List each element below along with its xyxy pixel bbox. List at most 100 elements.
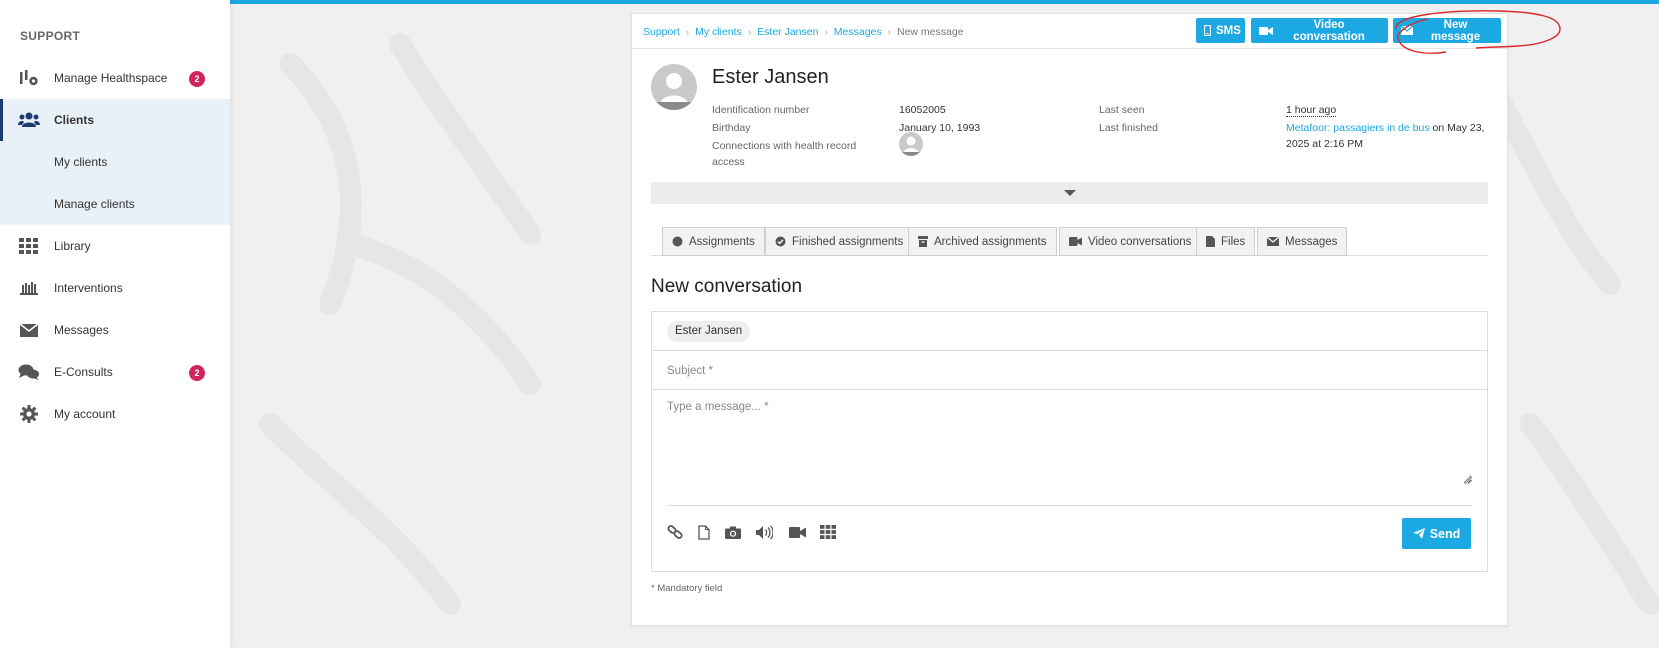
birthday-label: Birthday	[712, 122, 751, 134]
archive-icon	[918, 236, 928, 247]
tab-label: Assignments	[689, 235, 755, 248]
last-finished-label: Last finished	[1099, 122, 1158, 134]
toolbar-divider	[667, 505, 1472, 506]
sidebar-item-library[interactable]: Library	[0, 225, 230, 267]
sidebar-item-clients[interactable]: Clients	[0, 99, 230, 141]
chevron-down-icon	[1064, 190, 1076, 196]
sidebar-item-manage-clients[interactable]: Manage clients	[0, 183, 230, 225]
envelope-icon	[1401, 26, 1413, 35]
breadcrumb-separator: ›	[887, 26, 891, 38]
connections-label: Connections with health record access	[712, 140, 857, 168]
breadcrumb-current: New message	[897, 26, 964, 38]
sidebar-item-label: Manage Healthspace	[54, 71, 168, 85]
breadcrumb-separator: ›	[747, 26, 752, 38]
subject-input[interactable]	[667, 361, 1467, 381]
phone-icon	[1204, 25, 1211, 36]
sms-button[interactable]: SMS	[1196, 18, 1245, 43]
mandatory-note: * Mandatory field	[651, 583, 723, 594]
sidebar-item-label: E-Consults	[54, 365, 113, 379]
last-finished-value: Metafoor: passagiers in de bus on May 23…	[1286, 120, 1486, 152]
circle-icon	[672, 236, 683, 247]
message-textarea[interactable]	[667, 401, 1472, 484]
tab-label: Archived assignments	[934, 235, 1047, 248]
envelope-icon	[19, 323, 39, 337]
tab-label: Files	[1221, 235, 1246, 248]
tab-video-conversations[interactable]: Video conversations	[1059, 227, 1202, 256]
breadcrumb-link-my-clients[interactable]: My clients	[695, 26, 742, 38]
sidebar-item-manage-healthspace[interactable]: Manage Healthspace 2	[0, 57, 230, 99]
resize-handle-icon[interactable]	[1464, 476, 1472, 484]
audio-icon	[755, 524, 773, 540]
insert-embed-button[interactable]	[818, 522, 838, 542]
recipient-row[interactable]: Ester Jansen	[652, 312, 1487, 351]
video-conversation-button[interactable]: Video conversation	[1251, 18, 1388, 43]
healthspace-gear-icon	[20, 70, 38, 86]
sidebar-item-label: Messages	[54, 323, 109, 337]
tab-messages[interactable]: Messages	[1257, 227, 1348, 256]
subject-row	[652, 352, 1487, 390]
sidebar-item-messages[interactable]: Messages	[0, 309, 230, 351]
sms-button-label: SMS	[1216, 24, 1241, 37]
breadcrumb-link-messages[interactable]: Messages	[834, 26, 882, 38]
link-icon	[667, 525, 683, 539]
sidebar-item-e-consults[interactable]: E-Consults 2	[0, 351, 230, 393]
notification-badge: 2	[189, 71, 205, 87]
new-message-button[interactable]: New message	[1393, 18, 1501, 43]
attach-file-button[interactable]	[694, 522, 714, 542]
sidebar-item-my-account[interactable]: My account	[0, 393, 230, 435]
tab-label: Finished assignments	[792, 235, 904, 248]
file-icon	[698, 524, 710, 540]
sidebar-item-label: My account	[54, 407, 116, 421]
sidebar-item-label: Interventions	[54, 281, 123, 295]
conversation-title: New conversation	[651, 276, 803, 297]
new-message-label: New message	[1430, 18, 1481, 43]
sidebar-item-interventions[interactable]: Interventions	[0, 267, 230, 309]
sidebar-heading: SUPPORT	[20, 29, 81, 43]
insert-link-button[interactable]	[665, 522, 685, 542]
client-name: Ester Jansen	[712, 66, 829, 88]
breadcrumb-link-support[interactable]: Support	[643, 26, 680, 38]
connection-avatar[interactable]	[899, 132, 923, 156]
sidebar-item-my-clients[interactable]: My clients	[0, 141, 230, 183]
tab-label: Video conversations	[1088, 235, 1192, 248]
client-panel: Support › My clients › Ester Jansen › Me…	[631, 13, 1508, 626]
last-seen-label: Last seen	[1099, 104, 1145, 116]
tab-finished-assignments[interactable]: Finished assignments	[765, 227, 914, 256]
camera-icon	[725, 526, 741, 539]
tab-archived-assignments[interactable]: Archived assignments	[908, 227, 1057, 256]
breadcrumb-separator: ›	[824, 26, 828, 38]
person-silhouette-icon	[899, 136, 923, 156]
identification-value: 16052005	[899, 104, 946, 116]
users-icon	[18, 112, 40, 127]
recipient-chip[interactable]: Ester Jansen	[667, 321, 751, 342]
grid-icon	[19, 238, 38, 254]
paper-plane-icon	[1412, 528, 1425, 539]
video-icon	[788, 526, 806, 538]
sidebar-item-label: Clients	[54, 113, 95, 127]
insert-video-button[interactable]	[787, 522, 807, 542]
breadcrumb: Support › My clients › Ester Jansen › Me…	[643, 26, 964, 38]
panel-header: Support › My clients › Ester Jansen › Me…	[632, 14, 1507, 49]
breadcrumb-separator: ›	[685, 26, 690, 38]
video-icon	[1069, 237, 1082, 246]
tab-assignments[interactable]: Assignments	[662, 227, 765, 256]
sidebar: SUPPORT Manage Healthspace 2 Clients My …	[0, 0, 230, 648]
insert-audio-button[interactable]	[754, 522, 774, 542]
sidebar-nav: Manage Healthspace 2 Clients My clients …	[0, 57, 230, 435]
sidebar-item-label: Manage clients	[54, 197, 135, 211]
client-avatar	[651, 64, 697, 110]
tab-files[interactable]: Files	[1196, 227, 1256, 256]
insert-image-button[interactable]	[723, 522, 743, 542]
tab-label: Messages	[1285, 235, 1338, 248]
send-button[interactable]: Send	[1402, 518, 1471, 549]
person-silhouette-icon	[651, 73, 697, 110]
client-tabs: Assignments Finished assignments Archive…	[651, 227, 1488, 256]
chat-bubbles-icon	[18, 364, 39, 380]
send-button-label: Send	[1429, 526, 1461, 541]
envelope-icon	[1267, 237, 1279, 246]
check-circle-icon	[775, 236, 786, 247]
details-expander[interactable]	[651, 182, 1488, 204]
last-seen-value: 1 hour ago	[1286, 102, 1337, 118]
last-finished-link[interactable]: Metafoor: passagiers in de bus	[1286, 122, 1430, 134]
breadcrumb-link-client[interactable]: Ester Jansen	[757, 26, 818, 38]
